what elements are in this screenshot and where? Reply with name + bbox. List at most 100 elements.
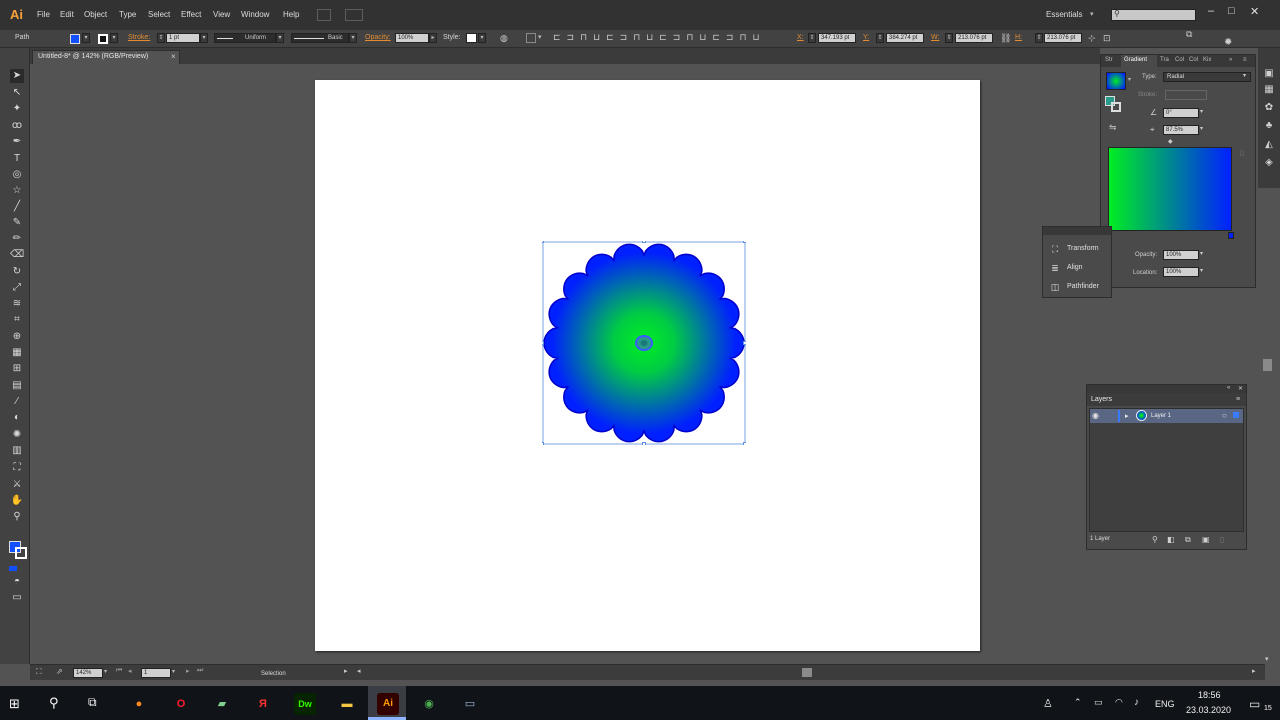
notifications-icon[interactable]: ▭ bbox=[1249, 697, 1260, 711]
mesh-tool-icon[interactable]: ⊞ bbox=[10, 362, 24, 376]
close-button[interactable]: ✕ bbox=[1250, 5, 1259, 18]
graphic-style-swatch[interactable] bbox=[466, 33, 477, 43]
h-input[interactable]: 213.076 pt bbox=[1044, 33, 1082, 43]
pin-icon[interactable]: ⧉ bbox=[1186, 29, 1192, 40]
people-icon[interactable]: ♙ bbox=[1043, 697, 1053, 710]
pencil-tool-icon[interactable]: ✏ bbox=[10, 232, 24, 246]
handle-top-right[interactable] bbox=[743, 241, 747, 243]
angle-input[interactable]: 0° bbox=[1163, 108, 1199, 118]
first-artboard-icon[interactable]: ⏮ bbox=[116, 667, 122, 675]
volume-icon[interactable]: ♪ bbox=[1134, 697, 1139, 708]
menu-icon[interactable]: ⊡ bbox=[1103, 33, 1111, 44]
arrange-documents-icon[interactable] bbox=[345, 9, 363, 21]
x-stepper[interactable]: ⇕ bbox=[808, 33, 816, 43]
collapse-icon[interactable]: « bbox=[1227, 385, 1230, 391]
chevron-right-icon[interactable]: ▸ bbox=[344, 667, 348, 675]
eraser-tool-icon[interactable]: ⌫ bbox=[10, 248, 24, 262]
perspective-tool-icon[interactable]: ▦ bbox=[10, 346, 24, 360]
screen-mode-icon[interactable]: ▭ bbox=[10, 591, 24, 605]
midpoint-icon[interactable]: ◆ bbox=[1168, 138, 1173, 145]
hand-tool-icon[interactable]: ✋ bbox=[10, 494, 24, 508]
stroke-swatch[interactable] bbox=[98, 34, 108, 44]
type-select[interactable]: Radial bbox=[1163, 72, 1251, 82]
chevron-down-icon[interactable]: ▾ bbox=[104, 668, 107, 675]
maximize-button[interactable]: □ bbox=[1228, 5, 1235, 17]
selection-tool-icon[interactable]: ➤ bbox=[10, 69, 24, 83]
draw-mode-icon[interactable]: ◓ bbox=[10, 575, 24, 589]
eye-icon[interactable]: ◉ bbox=[1092, 411, 1099, 420]
stroke-indicator[interactable] bbox=[1111, 102, 1121, 112]
expand-icon[interactable]: » bbox=[1229, 57, 1232, 63]
menu-view[interactable]: View bbox=[213, 10, 230, 19]
chevron-up-icon[interactable]: ⌃ bbox=[1074, 697, 1082, 708]
scroll-left-icon[interactable]: ◂ bbox=[357, 667, 361, 675]
taskbar-firefox-icon[interactable]: ● bbox=[128, 693, 150, 715]
align-icon[interactable]: ≣ bbox=[1050, 263, 1060, 273]
eyedropper-tool-icon[interactable]: ⁄ bbox=[10, 395, 24, 409]
artboard-number-input[interactable]: 1 bbox=[141, 668, 171, 678]
locate-object-icon[interactable]: ⚲ bbox=[1152, 535, 1158, 544]
close-icon[interactable]: ✕ bbox=[1238, 385, 1243, 392]
clock-time[interactable]: 18:56 bbox=[1198, 690, 1221, 700]
variable-width-profile[interactable]: Uniform bbox=[214, 33, 276, 43]
transform-icon[interactable]: ⊹ bbox=[1088, 33, 1096, 44]
link-icon[interactable]: ⛓ bbox=[1000, 33, 1011, 44]
fill-swatch[interactable] bbox=[70, 34, 80, 44]
menu-file[interactable]: File bbox=[37, 10, 50, 19]
chevron-down-icon[interactable]: ▾ bbox=[349, 33, 357, 43]
h-label[interactable]: H: bbox=[1015, 34, 1022, 41]
pen-tool-icon[interactable]: ✒ bbox=[10, 135, 24, 149]
menu-help[interactable]: Help bbox=[283, 10, 299, 19]
menu-edit[interactable]: Edit bbox=[60, 10, 74, 19]
start-icon[interactable]: ⊞ bbox=[9, 696, 20, 712]
chevron-down-icon[interactable]: ▾ bbox=[110, 33, 118, 43]
spiral-tool-icon[interactable]: ◎ bbox=[10, 168, 24, 182]
brush-definition[interactable]: Basic bbox=[291, 33, 349, 43]
chevron-down-icon[interactable]: ▾ bbox=[1200, 267, 1203, 274]
chevron-down-icon[interactable]: ▾ bbox=[538, 33, 542, 41]
pathfinder-panel-button[interactable]: Pathfinder bbox=[1067, 283, 1099, 290]
w-stepper[interactable]: ⇕ bbox=[945, 33, 953, 43]
stroke-gradient-buttons[interactable] bbox=[1165, 90, 1207, 100]
horizontal-scrollbar-thumb[interactable] bbox=[802, 668, 812, 677]
w-label[interactable]: W: bbox=[931, 34, 939, 41]
handle-bottom-right[interactable] bbox=[743, 442, 747, 446]
align-panel-button[interactable]: Align bbox=[1067, 264, 1083, 271]
swatches-panel-icon[interactable]: ▦ bbox=[1263, 84, 1275, 96]
opacity-input[interactable]: 100% bbox=[395, 33, 429, 43]
next-artboard-icon[interactable]: ▸ bbox=[186, 667, 190, 675]
artboard-navigator-icon[interactable]: ⛶ bbox=[36, 667, 42, 677]
magic-wand-tool-icon[interactable]: ✦ bbox=[10, 102, 24, 116]
trash-icon[interactable]: ▯ bbox=[1220, 535, 1224, 544]
location-input[interactable]: 100% bbox=[1163, 267, 1199, 277]
expand-triangle-icon[interactable]: ▸ bbox=[1125, 412, 1129, 420]
stroke-stepper[interactable]: ⇕ bbox=[157, 33, 165, 43]
taskbar-opera-icon[interactable]: O bbox=[170, 693, 192, 715]
handle-left[interactable] bbox=[542, 341, 544, 345]
task-view-icon[interactable]: ⧉ bbox=[88, 695, 97, 710]
new-sublayer-icon[interactable]: ⧉ bbox=[1185, 535, 1191, 545]
last-artboard-icon[interactable]: ⏭ bbox=[197, 667, 203, 675]
taskbar-notes-icon[interactable]: ▰ bbox=[211, 693, 233, 715]
graphic-styles-panel-icon[interactable]: ◈ bbox=[1263, 157, 1275, 169]
handle-bottom-left[interactable] bbox=[542, 442, 544, 446]
pathfinder-icon[interactable]: ◫ bbox=[1050, 282, 1060, 292]
scroll-right-icon[interactable]: ▸ bbox=[1252, 667, 1256, 675]
opacity-input[interactable]: 100% bbox=[1163, 250, 1199, 260]
clock-date[interactable]: 23.03.2020 bbox=[1186, 705, 1231, 715]
free-transform-tool-icon[interactable]: ⌗ bbox=[10, 313, 24, 327]
menu-object[interactable]: Object bbox=[84, 10, 107, 19]
close-icon[interactable]: × bbox=[171, 52, 176, 61]
taskbar-chrome-icon[interactable]: ◉ bbox=[418, 693, 440, 715]
stroke-label[interactable]: Stroke: bbox=[128, 34, 150, 41]
gradient-tool-icon[interactable]: ▤ bbox=[10, 379, 24, 393]
y-label[interactable]: Y: bbox=[863, 34, 869, 41]
paintbrush-tool-icon[interactable]: ✎ bbox=[10, 216, 24, 230]
symbols-panel-icon[interactable]: ♣ bbox=[1263, 120, 1275, 132]
tab-gradient[interactable]: Gradient bbox=[1124, 57, 1147, 63]
zoom-tool-icon[interactable]: ⚲ bbox=[10, 510, 24, 524]
aspect-ratio-input[interactable]: 87.5% bbox=[1163, 125, 1199, 135]
color-mode-icon[interactable] bbox=[9, 566, 17, 571]
workspace-switcher[interactable]: Essentials bbox=[1046, 10, 1082, 19]
search-input[interactable] bbox=[1111, 9, 1196, 21]
